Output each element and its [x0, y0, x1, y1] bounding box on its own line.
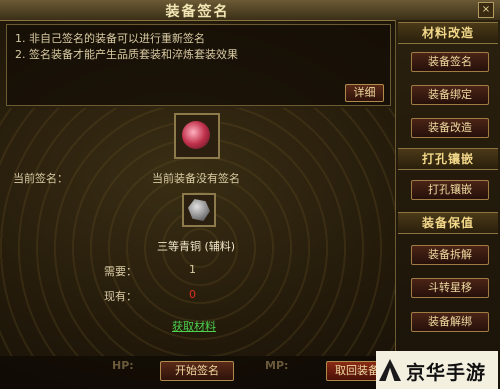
watermark-text: 京华手游 — [406, 362, 487, 384]
bronze-material-icon — [188, 199, 210, 221]
detail-button[interactable]: 详细 — [345, 84, 384, 102]
need-label: 需要： — [104, 265, 137, 278]
modify-equipment-button[interactable]: 装备改造 — [411, 118, 489, 138]
section-equipment-preserve: 装备保值 — [398, 212, 498, 234]
mp-label-bg: MP: — [265, 359, 289, 372]
socket-inlay-button[interactable]: 打孔镶嵌 — [411, 180, 489, 200]
close-icon[interactable]: × — [478, 2, 494, 18]
section-socket-inlay: 打孔镶嵌 — [398, 148, 498, 170]
equipment-slot[interactable] — [174, 113, 220, 159]
watermark: 京华手游 — [376, 351, 498, 389]
info-line-1: 1. 非自己签名的装备可以进行重新签名 — [15, 32, 205, 45]
current-sign-label: 当前签名： — [13, 172, 68, 185]
star-transfer-button[interactable]: 斗转星移 — [411, 278, 489, 298]
info-box: 1. 非自己签名的装备可以进行重新签名 2. 签名装备才能产生品质套装和淬炼套装… — [6, 24, 391, 106]
material-slot[interactable] — [182, 193, 216, 227]
equipment-item-icon — [182, 121, 210, 149]
watermark-logo-icon — [379, 359, 401, 381]
dismantle-equipment-button[interactable]: 装备拆解 — [411, 245, 489, 265]
have-value: 0 — [189, 288, 196, 301]
sign-equipment-button[interactable]: 装备签名 — [411, 52, 489, 72]
info-line-2: 2. 签名装备才能产生品质套装和淬炼套装效果 — [15, 48, 238, 61]
section-material-modify: 材料改造 — [398, 22, 498, 44]
bind-equipment-button[interactable]: 装备绑定 — [411, 85, 489, 105]
hp-label-bg: HP: — [112, 359, 134, 372]
window-title: 装备签名 — [165, 4, 230, 20]
unbind-equipment-button[interactable]: 装备解绑 — [411, 312, 489, 332]
have-label: 现有： — [104, 290, 137, 303]
title-bar: 装备签名 × — [0, 0, 500, 21]
right-panel — [395, 20, 500, 389]
current-sign-value: 当前装备没有签名 — [152, 172, 240, 185]
start-sign-button[interactable]: 开始签名 — [160, 361, 234, 381]
need-value: 1 — [189, 263, 196, 276]
get-material-link[interactable]: 获取材料 — [172, 318, 216, 334]
material-name: 三等青铜 (辅料) — [157, 240, 236, 253]
